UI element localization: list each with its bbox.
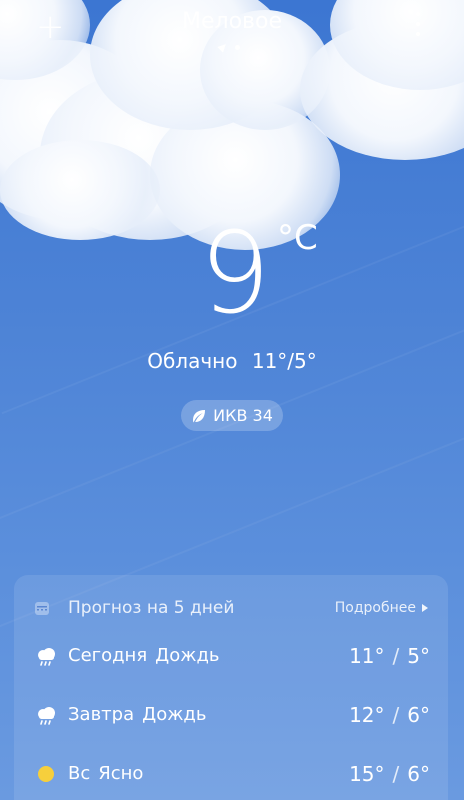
day-label: Вс — [68, 763, 91, 784]
details-link[interactable]: Подробнее — [335, 598, 428, 618]
forecast-row[interactable]: Вс Ясно 15°/6° — [14, 754, 448, 794]
city-name[interactable]: Меловое — [0, 8, 464, 36]
leaf-icon — [193, 409, 206, 422]
rain-cloud-icon — [38, 707, 55, 725]
forecast-day: Сегодня Дождь — [68, 644, 220, 668]
high-temp: 11° — [349, 644, 385, 668]
low-temp: 5° — [407, 644, 430, 668]
day-condition: Ясно — [98, 763, 144, 784]
day-label: Завтра — [68, 704, 135, 725]
high-temp: 12° — [349, 703, 385, 727]
weather-screen: + Меловое 9 °C Облачно 11°/5° ИКВ 34 Про… — [0, 0, 464, 800]
forecast-title: Прогноз на 5 дней — [68, 598, 235, 618]
day-label: Сегодня — [68, 645, 148, 666]
air-quality-chip[interactable]: ИКВ 34 — [181, 400, 283, 431]
high-low-temperature: 11°/5° — [251, 349, 317, 373]
page-indicator — [217, 41, 240, 53]
day-condition: Дождь — [155, 645, 220, 666]
forecast-day: Завтра Дождь — [68, 703, 206, 727]
location-arrow-icon — [217, 41, 229, 53]
forecast-card: Прогноз на 5 дней Подробнее Сегодня Дождь… — [14, 575, 448, 800]
temperature-unit: °C — [277, 218, 318, 258]
forecast-temps: 15°/6° — [349, 762, 430, 786]
low-temp: 6° — [407, 762, 430, 786]
current-condition: Облачно 11°/5° — [0, 347, 464, 375]
forecast-row[interactable]: Завтра Дождь 12°/6° — [14, 695, 448, 735]
forecast-temps: 11°/5° — [349, 644, 430, 668]
forecast-temps: 12°/6° — [349, 703, 430, 727]
sun-icon — [38, 766, 54, 782]
forecast-day: Вс Ясно — [68, 762, 143, 786]
more-options-icon[interactable] — [412, 12, 424, 36]
calendar-icon — [35, 602, 49, 615]
page-dot — [235, 44, 240, 50]
condition-text: Облачно — [147, 349, 238, 373]
high-temp: 15° — [349, 762, 385, 786]
day-condition: Дождь — [142, 704, 207, 725]
rain-cloud-icon — [38, 648, 55, 666]
low-temp: 6° — [407, 703, 430, 727]
current-temperature: 9 — [199, 209, 271, 339]
chevron-right-icon — [422, 604, 428, 612]
details-label: Подробнее — [334, 600, 416, 616]
aqi-label: ИКВ 34 — [213, 406, 273, 425]
forecast-row[interactable]: Сегодня Дождь 11°/5° — [14, 636, 448, 676]
forecast-header: Прогноз на 5 дней Подробнее — [14, 595, 448, 623]
